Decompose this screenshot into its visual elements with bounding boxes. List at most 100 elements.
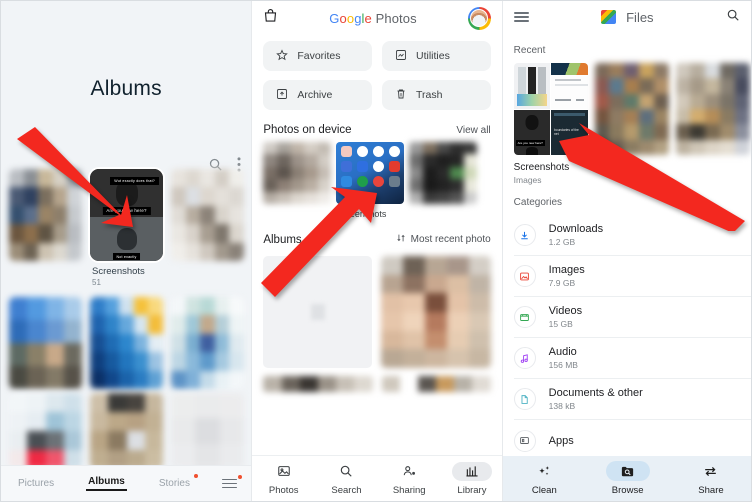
photos-tab-library[interactable]: Library: [441, 461, 502, 496]
albums-grid: Wut exactly does that? Are you new here?…: [1, 169, 251, 394]
category-apps[interactable]: Apps: [513, 420, 751, 461]
photos-header: Google Photos: [252, 1, 501, 35]
meme-caption-middle: Are you new here?: [102, 206, 151, 215]
document-icon: [513, 388, 536, 410]
files-tab-browse-label: Browse: [611, 485, 644, 496]
photos-on-device-header: Photos on device View all: [252, 110, 501, 142]
recent-thumbnail-screenshots: Are you new here? boundaries of the net: [513, 63, 588, 155]
apps-icon: [513, 429, 536, 452]
album-cell[interactable]: [9, 297, 82, 394]
photos-on-device-row: Screenshots: [252, 142, 501, 219]
category-videos-size: 15 GB: [548, 319, 573, 329]
search-icon[interactable]: [726, 8, 740, 27]
sort-icon: [396, 233, 406, 246]
files-tab-browse[interactable]: Browse: [586, 461, 669, 496]
photos-tab-photos[interactable]: Photos: [252, 462, 315, 496]
photos-tab-search-label: Search: [331, 484, 362, 496]
files-tab-share[interactable]: Share: [669, 461, 751, 496]
recent-label: [595, 162, 669, 173]
category-documents-size: 138 kB: [548, 401, 576, 411]
device-folder-thumbnail: [409, 142, 478, 204]
archive-icon: [276, 88, 288, 103]
browse-folder-icon: [605, 461, 650, 481]
recent-item[interactable]: [594, 63, 669, 185]
gallery-tab-stories-label: Stories: [158, 478, 190, 489]
category-audio[interactable]: Audio 156 MB: [513, 338, 751, 379]
gallery-tab-albums[interactable]: Albums: [86, 476, 127, 491]
device-folder-cell[interactable]: [409, 142, 478, 219]
category-videos[interactable]: Videos 15 GB: [513, 297, 751, 338]
brand-product-name: Photos: [375, 10, 417, 26]
recent-item-screenshots[interactable]: Are you new here? boundaries of the net S…: [513, 63, 588, 185]
album-label-screenshots: Screenshots: [92, 266, 145, 277]
files-tab-clean-label: Clean: [531, 485, 557, 496]
albums-sort-label: Most recent photo: [410, 234, 491, 245]
photos-albums-title: Albums: [263, 233, 302, 246]
category-apps-label: Apps: [548, 434, 574, 447]
star-icon: [276, 48, 289, 64]
albums-sort-control[interactable]: Most recent photo: [396, 233, 491, 246]
photos-tab-sharing[interactable]: Sharing: [378, 462, 441, 496]
gallery-bottom-nav: Pictures Albums Stories: [1, 465, 252, 501]
album-thumbnail[interactable]: [171, 393, 244, 469]
hamburger-menu-icon[interactable]: [513, 12, 529, 22]
device-folder-label: [409, 209, 477, 219]
download-icon: [513, 224, 536, 246]
album-thumbnail: [9, 297, 82, 389]
album-cell[interactable]: [9, 169, 82, 287]
photos-album-thumbnail[interactable]: [381, 376, 491, 392]
photos-brand-title: Google Photos: [286, 11, 459, 26]
album-thumbnail[interactable]: [90, 393, 163, 469]
brand-letter-g2: g: [354, 10, 362, 26]
avatar[interactable]: [467, 6, 491, 30]
files-app-panel: Files Recent Are you new here? boundarie…: [501, 1, 751, 501]
files-tab-share-label: Share: [698, 485, 724, 496]
view-all-link[interactable]: View all: [456, 125, 490, 136]
album-thumbnail: [90, 297, 163, 389]
video-icon: [513, 306, 536, 328]
sharing-icon: [389, 462, 429, 481]
album-cell[interactable]: [90, 297, 163, 394]
photos-album-thumbnail[interactable]: [381, 256, 491, 368]
share-arrows-icon: [689, 461, 733, 481]
gallery-tab-stories[interactable]: Stories: [157, 474, 198, 489]
files-categories-title: Categories: [513, 197, 563, 208]
category-documents[interactable]: Documents & other 138 kB: [513, 379, 751, 420]
recent-label: [676, 162, 750, 173]
category-audio-size: 156 MB: [548, 360, 578, 370]
chip-utilities-label: Utilities: [415, 50, 450, 62]
album-cell[interactable]: [171, 297, 244, 394]
chip-archive[interactable]: Archive: [263, 80, 372, 110]
photos-on-device-title: Photos on device: [263, 124, 352, 136]
gallery-tab-pictures[interactable]: Pictures: [16, 478, 56, 489]
chip-utilities[interactable]: Utilities: [381, 41, 491, 71]
category-downloads[interactable]: Downloads 1.2 GB: [513, 215, 751, 256]
category-images[interactable]: Images 7.9 GB: [513, 256, 751, 297]
image-icon: [513, 265, 536, 287]
photos-album-thumbnail[interactable]: [263, 256, 373, 368]
hamburger-menu-icon[interactable]: [221, 474, 242, 489]
device-folder-cell-screenshots[interactable]: Screenshots: [336, 142, 405, 219]
category-images-size: 7.9 GB: [548, 278, 576, 288]
files-tab-clean[interactable]: Clean: [503, 461, 586, 496]
chip-favorites[interactable]: Favorites: [263, 41, 372, 71]
device-folder-thumbnail: [263, 142, 332, 204]
photos-album-thumbnail[interactable]: [263, 376, 373, 392]
files-recent-title: Recent: [513, 45, 546, 56]
chip-trash[interactable]: Trash: [381, 80, 491, 110]
album-thumbnail[interactable]: [9, 393, 82, 469]
gallery-app-panel: Albums Wut exactly does that? Are you ne…: [1, 1, 252, 501]
album-thumbnail: [171, 297, 244, 389]
album-cell-screenshots[interactable]: Wut exactly does that? Are you new here?…: [90, 169, 163, 287]
files-title: Files: [626, 9, 654, 25]
chip-archive-label: Archive: [297, 89, 333, 101]
store-bag-icon[interactable]: [263, 8, 278, 29]
recent-item[interactable]: [675, 63, 750, 185]
albums-grid-row-partial: [1, 393, 251, 469]
recent-thumbnail: [594, 63, 669, 155]
album-cell[interactable]: [171, 169, 244, 287]
google-photos-panel: Google Photos Favorites Utilities Archiv…: [251, 1, 502, 501]
audio-icon: [513, 347, 536, 369]
photos-tab-search[interactable]: Search: [315, 462, 378, 496]
device-folder-cell[interactable]: [263, 142, 332, 219]
